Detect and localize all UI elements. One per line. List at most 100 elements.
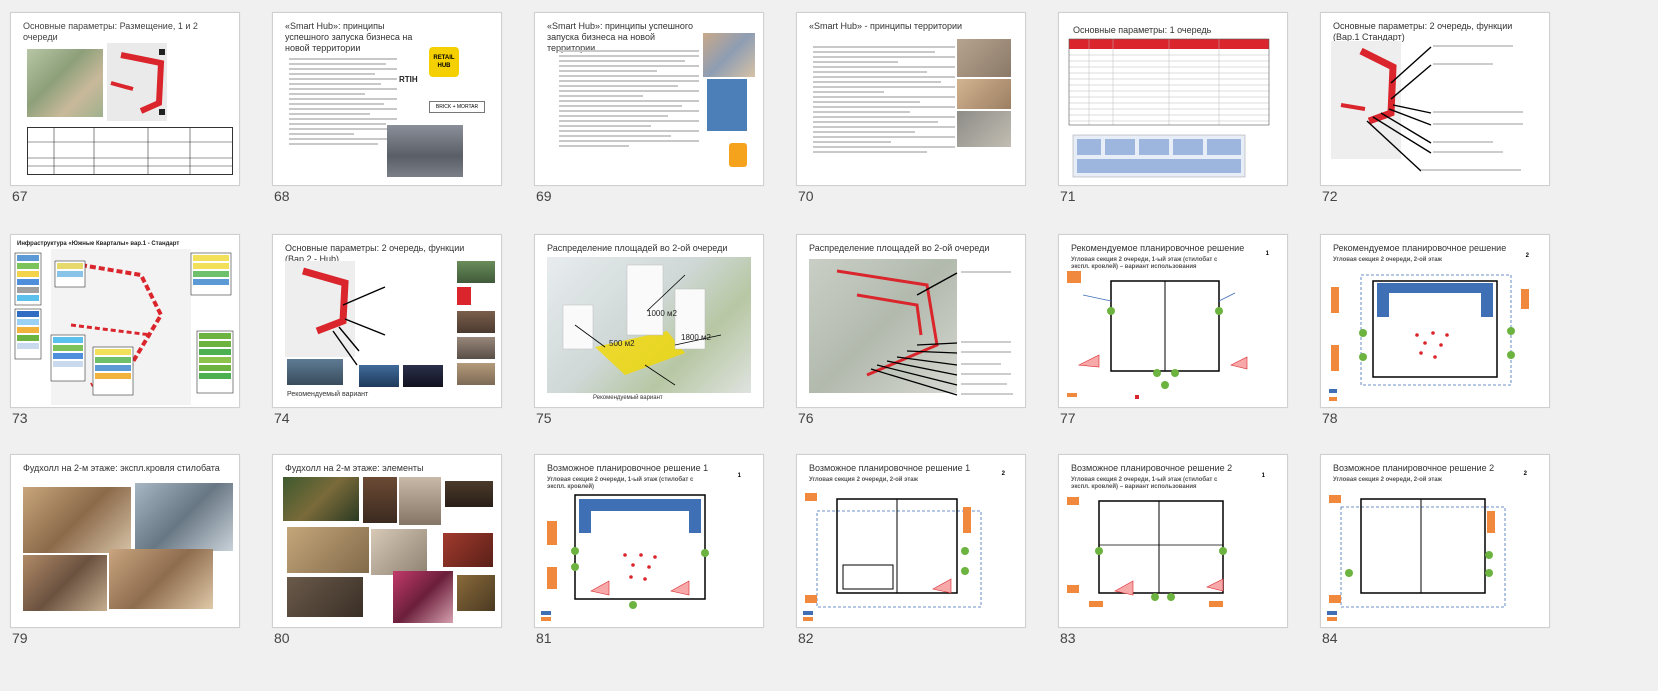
slide-thumbnail[interactable]: Распределение площадей во 2-ой очереди 7…: [786, 222, 1026, 442]
area-label-1: 1000 м2: [647, 309, 677, 318]
slide-thumbnail[interactable]: Инфраструктура «Южные Кварталы» вар.1 - …: [0, 222, 240, 442]
slide-thumbnail[interactable]: Основные параметры: 2 очередь, функции (…: [262, 222, 502, 442]
slide-title: Фудхолл на 2-м этаже: экспл.кровля стило…: [23, 463, 220, 473]
slide-thumbnail[interactable]: Рекомендуемое планировочное решение Угло…: [1310, 222, 1550, 442]
floor-plan: [1067, 497, 1227, 607]
photo-6: [359, 365, 399, 387]
slide-title: Фудхолл на 2-м этаже: элементы: [285, 463, 424, 473]
rtih-logo: RTIH: [399, 75, 418, 84]
photo-10: [457, 575, 495, 611]
slide-title: «Smart Hub»: принципы успешного запуска …: [285, 21, 413, 53]
slide-number: 77: [1060, 410, 1076, 426]
slide-76: Распределение площадей во 2-ой очереди: [796, 234, 1026, 408]
area-overlay: [562, 264, 722, 386]
slide-number: 81: [536, 630, 552, 646]
slide-83: Возможное планировочное решение 2 Углова…: [1058, 454, 1288, 628]
slide-73: Инфраструктура «Южные Кварталы» вар.1 - …: [10, 234, 240, 408]
slide-82: Возможное планировочное решение 1 Углова…: [796, 454, 1026, 628]
slide-number: 84: [1322, 630, 1338, 646]
photo-5: [287, 527, 369, 573]
params-table: [27, 127, 233, 175]
photo-3: [23, 555, 107, 611]
slide-number: 80: [274, 630, 290, 646]
slide-74: Основные параметры: 2 очередь, функции (…: [272, 234, 502, 408]
slide-thumbnail[interactable]: «Smart Hub»: принципы успешного запуска …: [262, 0, 502, 220]
slide-number: 68: [274, 188, 290, 204]
slide-number: 83: [1060, 630, 1076, 646]
slide-number: 78: [1322, 410, 1338, 426]
slide-75: Распределение площадей во 2-ой очереди 1…: [534, 234, 764, 408]
slide-71: Основные параметры: 1 очередь: [1058, 12, 1288, 186]
slide-69: «Smart Hub»: принципы успешного запуска …: [534, 12, 764, 186]
bullet-text: [289, 55, 397, 148]
slide-thumbnail[interactable]: «Smart Hub» - принципы территории 70: [786, 0, 1026, 220]
slide-thumbnail[interactable]: Основные параметры: 2 очередь, функции (…: [1310, 0, 1550, 220]
photo-1: [457, 261, 495, 283]
photo-4: [445, 481, 493, 507]
area-label-3: 1800 м2: [681, 333, 711, 342]
floor-plan: [1329, 274, 1529, 401]
slide-thumbnail[interactable]: Возможное планировочное решение 1 Углова…: [524, 442, 764, 662]
people-photo: [703, 33, 755, 77]
slide-number: 67: [12, 188, 28, 204]
building-photo: [387, 125, 463, 177]
photo-2: [363, 477, 397, 523]
infographic-image: [707, 79, 747, 131]
site-plan-callouts: [1331, 41, 1523, 172]
photo-7: [443, 533, 493, 567]
slide-thumbnail[interactable]: Основные параметры: Размещение, 1 и 2 оч…: [0, 0, 240, 220]
photo-9: [393, 571, 453, 623]
brick-mortar-logo: BRICK + MORTAR: [429, 101, 485, 113]
slide-77: Рекомендуемое планировочное решение Угло…: [1058, 234, 1288, 408]
slide-84: Возможное планировочное решение 2 Углова…: [1320, 454, 1550, 628]
photo-2: [957, 79, 1011, 109]
slide-thumbnail[interactable]: «Smart Hub»: принципы успешного запуска …: [524, 0, 764, 220]
slide-number: 82: [798, 630, 814, 646]
slide-thumbnail[interactable]: Возможное планировочное решение 2 Углова…: [1048, 442, 1288, 662]
slide-thumbnail[interactable]: Основные параметры: 1 очередь 71: [1048, 0, 1288, 220]
slide-number: 71: [1060, 188, 1076, 204]
caption: Рекомендуемый вариант: [287, 391, 369, 398]
photo-8: [287, 577, 363, 617]
photo-2: [457, 311, 495, 333]
slide-81: Возможное планировочное решение 1 Углова…: [534, 454, 764, 628]
slide-number: 73: [12, 410, 28, 426]
photo-5: [287, 359, 343, 385]
photo-3: [957, 111, 1011, 147]
slide-thumbnail[interactable]: Фудхолл на 2-м этаже: элементы 80: [262, 442, 502, 662]
slide-number: 74: [274, 410, 290, 426]
slide-number: 72: [1322, 188, 1338, 204]
photo-1: [283, 477, 359, 521]
floor-plan: [1327, 495, 1506, 621]
photo-2: [135, 483, 233, 551]
slide-number: 69: [536, 188, 552, 204]
slide-thumbnail[interactable]: Фудхолл на 2-м этаже: экспл.кровля стило…: [0, 442, 240, 662]
slide-thumbnail[interactable]: Распределение площадей во 2-ой очереди 1…: [524, 222, 764, 442]
site-plan-callouts: [836, 269, 1013, 396]
slide-thumbnail[interactable]: Возможное планировочное решение 1 Углова…: [786, 442, 1026, 662]
bullet-text: [559, 47, 699, 150]
slide-number: 70: [798, 188, 814, 204]
shopping-bag-icon: [729, 143, 747, 167]
slide-79: Фудхолл на 2-м этаже: экспл.кровля стило…: [10, 454, 240, 628]
brand-logo-icon: [457, 287, 471, 305]
slide-68: «Smart Hub»: принципы успешного запуска …: [272, 12, 502, 186]
slide-78: Рекомендуемое планировочное решение Угло…: [1320, 234, 1550, 408]
slide-72: Основные параметры: 2 очередь, функции (…: [1320, 12, 1550, 186]
infrastructure-map: [14, 249, 234, 405]
photo-1: [23, 487, 131, 553]
queue-table: [1068, 38, 1270, 178]
bullet-text: [813, 43, 955, 156]
floor-plan: [803, 493, 982, 621]
slide-thumbnail[interactable]: Возможное планировочное решение 2 Углова…: [1310, 442, 1550, 662]
caption: Рекомендуемый вариант: [593, 395, 663, 401]
photo-6: [371, 529, 427, 575]
slide-thumbnail[interactable]: Рекомендуемое планировочное решение Угло…: [1048, 222, 1288, 442]
slide-70: «Smart Hub» - принципы территории: [796, 12, 1026, 186]
photo-3: [457, 337, 495, 359]
photo-7: [403, 365, 443, 387]
slide-number: 75: [536, 410, 552, 426]
photo-4: [109, 549, 213, 609]
area-label-2: 500 м2: [609, 339, 635, 348]
photo-3: [399, 477, 441, 525]
